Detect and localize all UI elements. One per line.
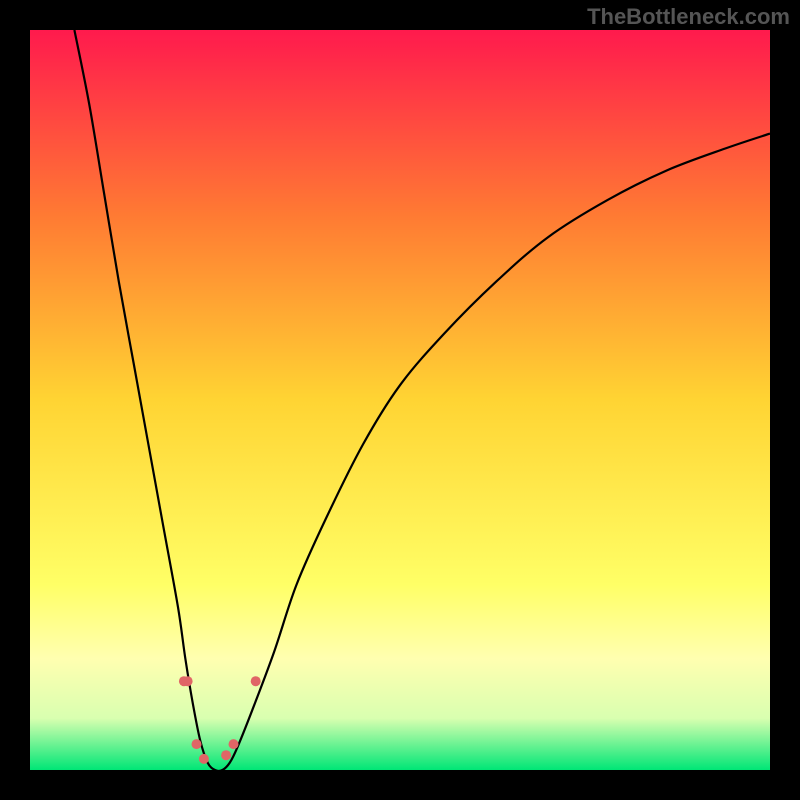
marker-point (229, 739, 239, 749)
marker-point (183, 676, 193, 686)
marker-point (192, 739, 202, 749)
chart-container: TheBottleneck.com (0, 0, 800, 800)
plot-area (30, 30, 770, 770)
marker-point (221, 750, 231, 760)
chart-svg (30, 30, 770, 770)
marker-point (251, 676, 261, 686)
watermark-text: TheBottleneck.com (587, 4, 790, 30)
marker-point (199, 754, 209, 764)
